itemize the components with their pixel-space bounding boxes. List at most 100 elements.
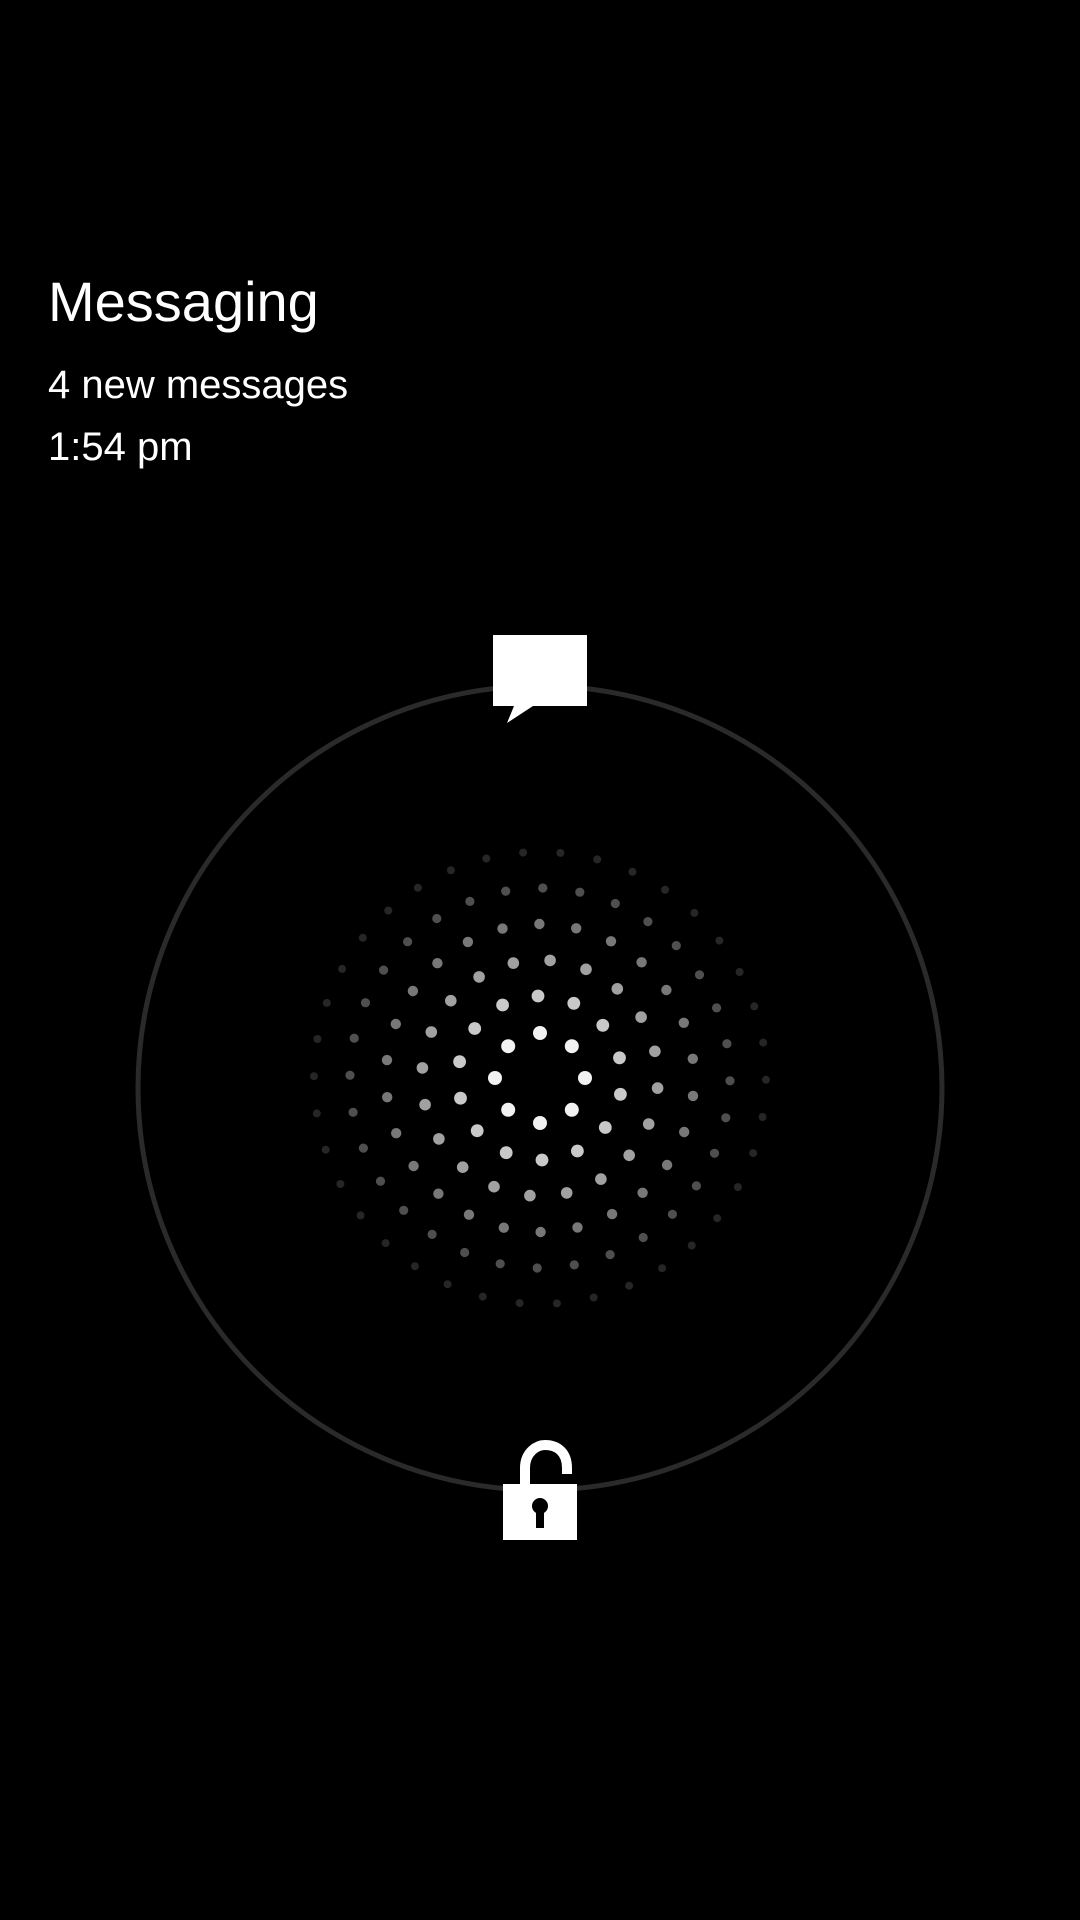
handle-dot (468, 1022, 482, 1035)
handle-dot (519, 848, 528, 857)
handle-dot (637, 1187, 648, 1199)
handle-dot (572, 1222, 583, 1233)
handle-dot (463, 1209, 475, 1220)
handle-dot (589, 1293, 598, 1302)
handle-dot (501, 1102, 516, 1117)
handle-dot (749, 1149, 758, 1158)
handle-dot (470, 1124, 484, 1138)
handle-dot (750, 1002, 759, 1011)
handle-dot (713, 1214, 722, 1223)
handle-dot (635, 1011, 647, 1023)
handle-dot (758, 1113, 767, 1121)
message-icon[interactable] (490, 632, 590, 732)
handle-dot (391, 1128, 402, 1139)
handle-dot (610, 898, 620, 909)
handle-dot (433, 1133, 445, 1145)
handle-dot (649, 1045, 661, 1058)
handle-dot (571, 1144, 584, 1158)
handle-dot (454, 1091, 467, 1105)
handle-dot (569, 1260, 579, 1270)
handle-dot (460, 1247, 470, 1258)
handle-dot (598, 1121, 612, 1134)
handle-dot (407, 985, 419, 997)
handle-dot (515, 1299, 524, 1308)
handle-dot (498, 1222, 509, 1233)
handle-dot (419, 1098, 431, 1111)
handle-dot (759, 1038, 768, 1047)
handle-dot (358, 1143, 368, 1153)
handle-dot (642, 1118, 655, 1130)
handle-dot (348, 1107, 358, 1117)
handle-dot (735, 968, 744, 976)
handle-dot (356, 1211, 365, 1220)
handle-dot (312, 1109, 321, 1118)
handle-dot (427, 1229, 437, 1239)
handle-dot (381, 1054, 393, 1066)
handle-dot (534, 918, 545, 930)
handle-dot (416, 1062, 429, 1074)
handle-dot (567, 996, 581, 1010)
handle-dot (501, 886, 511, 896)
handle-dot (501, 1039, 516, 1054)
handle-dot (338, 964, 347, 973)
handle-dot (538, 883, 548, 893)
handle-dot (721, 1113, 731, 1123)
unlock-icon[interactable] (495, 1439, 585, 1550)
handle-dot (499, 1146, 513, 1160)
handle-dot (667, 1209, 678, 1219)
handle-dot (661, 1159, 673, 1171)
handle-dot (456, 1161, 469, 1173)
handle-dot (379, 965, 389, 975)
handle-dot (623, 1149, 635, 1162)
handle-dot (638, 1232, 648, 1243)
handle-dot (560, 1187, 573, 1199)
handle-dot (715, 936, 724, 945)
handle-dot (658, 1264, 667, 1273)
handle-dot (408, 1160, 419, 1172)
handle-dot (384, 906, 393, 915)
handle-dot (349, 1033, 359, 1043)
handle-dot (531, 989, 545, 1003)
handle-dot (595, 1173, 607, 1185)
handle-dot (605, 936, 617, 947)
handle-dot (687, 1053, 698, 1065)
handle-dot (733, 1183, 742, 1192)
handle-dot (310, 1072, 318, 1081)
handle-dot (462, 936, 474, 948)
handle-dot (613, 1051, 626, 1065)
handle-dot (614, 1087, 627, 1101)
handle-dot (360, 998, 371, 1008)
handle-dot (413, 883, 422, 892)
handle-dot (636, 957, 647, 968)
handle-dot (390, 1018, 401, 1030)
handle-dot (535, 1226, 546, 1238)
dot-grid-handle-icon[interactable] (310, 848, 770, 1308)
handle-dot (535, 1153, 549, 1167)
handle-dot (445, 994, 457, 1007)
handle-dot (524, 1189, 536, 1202)
handle-dot (564, 1102, 579, 1117)
handle-dot (564, 1039, 579, 1054)
handle-dot (473, 971, 485, 983)
handle-dot (399, 1205, 409, 1215)
handle-dot (762, 1075, 770, 1084)
handle-dot (690, 908, 699, 917)
handle-dot (533, 1116, 547, 1130)
handle-dot (321, 1145, 330, 1154)
handle-dot (322, 998, 331, 1007)
handle-dot (433, 1188, 444, 1199)
handle-dot (313, 1035, 322, 1043)
handle-dot (382, 1092, 393, 1103)
handle-dot (606, 1208, 618, 1220)
handle-dot (533, 1026, 547, 1040)
handle-dot (709, 1148, 720, 1158)
handle-dot (446, 866, 455, 875)
handle-dot (507, 957, 520, 969)
handle-dot (661, 885, 670, 894)
handle-dot (443, 1280, 452, 1289)
handle-dot (678, 1017, 689, 1028)
unlock-ring-area (0, 0, 1080, 1920)
handle-dot (544, 954, 556, 967)
unlock-ring (135, 683, 945, 1493)
handle-dot (651, 1082, 664, 1094)
